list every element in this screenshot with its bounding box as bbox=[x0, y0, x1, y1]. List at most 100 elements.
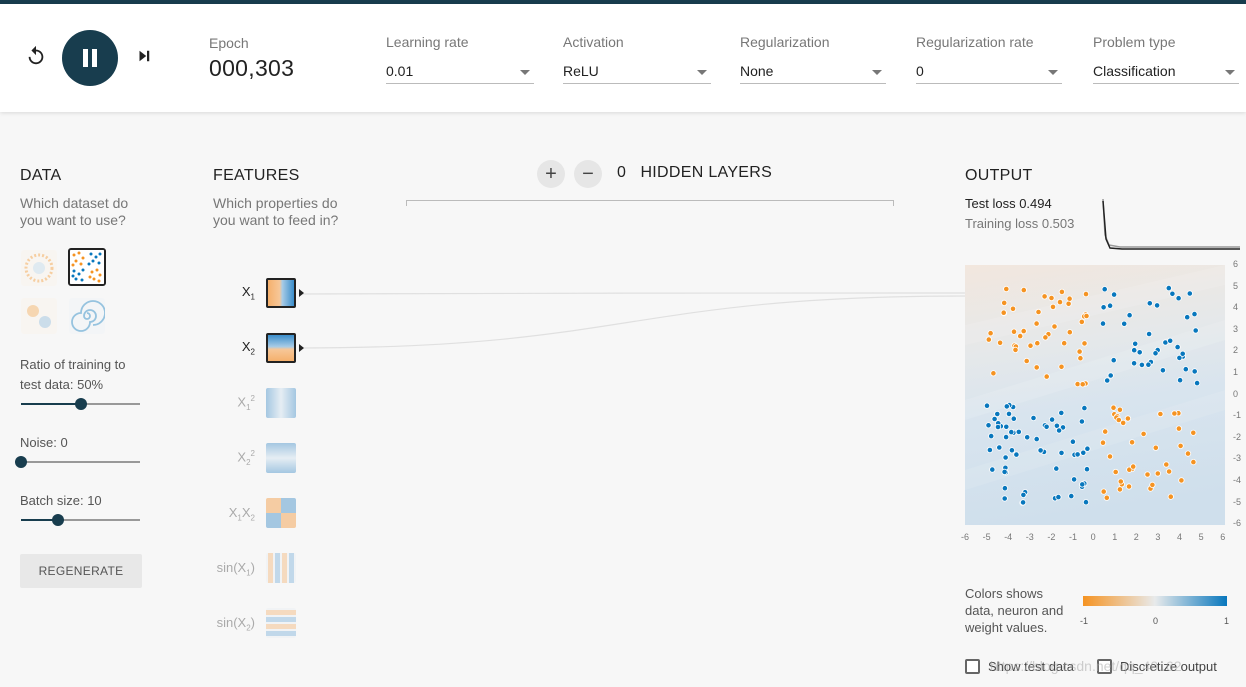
test-loss-value: 0.494 bbox=[1019, 196, 1052, 211]
regularization-rate-select[interactable]: 0 bbox=[916, 58, 1062, 84]
dataset-xor[interactable] bbox=[68, 248, 106, 286]
data-point bbox=[1099, 439, 1107, 446]
circle-dataset-icon bbox=[21, 250, 57, 286]
data-point bbox=[1058, 288, 1066, 295]
data-point bbox=[1078, 418, 1086, 425]
noise-slider-thumb[interactable] bbox=[15, 456, 27, 468]
regularization-rate-dropdown[interactable]: Regularization rate 0 bbox=[916, 34, 1062, 84]
add-layer-button[interactable]: + bbox=[537, 160, 565, 188]
data-point bbox=[1002, 454, 1009, 461]
data-point bbox=[1177, 377, 1184, 384]
batch-slider-thumb[interactable] bbox=[52, 514, 64, 526]
watermark-text: https://blog.csdn.net/qq_40..62 bbox=[990, 658, 1182, 674]
learning-rate-select[interactable]: 0.01 bbox=[386, 58, 534, 84]
weight-link-x2[interactable] bbox=[300, 295, 966, 349]
problem-type-dropdown[interactable]: Problem type Classification bbox=[1093, 34, 1239, 84]
data-point bbox=[1099, 320, 1107, 327]
y-axis-tick: 3 bbox=[1233, 323, 1239, 334]
ratio-label-2: test data: 50% bbox=[20, 377, 104, 392]
reset-button[interactable] bbox=[22, 42, 50, 70]
show-test-data-checkbox[interactable] bbox=[965, 659, 980, 674]
hidden-layers-label: HIDDEN LAYERS bbox=[640, 164, 773, 181]
feature-sin-x2[interactable] bbox=[266, 608, 296, 638]
data-point bbox=[1103, 494, 1110, 501]
data-point bbox=[1116, 486, 1123, 493]
data-point bbox=[1192, 327, 1199, 334]
output-heatmap-svg bbox=[965, 265, 1225, 525]
data-point bbox=[1000, 309, 1007, 316]
feature-x2-squared-heatmap bbox=[266, 443, 296, 473]
legend-mid: 0 bbox=[1153, 616, 1159, 626]
data-point bbox=[1069, 438, 1077, 445]
dataset-circle[interactable] bbox=[21, 250, 57, 286]
data-point bbox=[1083, 466, 1091, 473]
batch-size-label: Batch size: 10 bbox=[20, 493, 102, 508]
dataset-gaussian[interactable] bbox=[21, 298, 57, 334]
x-axis-tick: -4 bbox=[1004, 532, 1013, 542]
data-point bbox=[1191, 310, 1198, 318]
learning-rate-dropdown[interactable]: Learning rate 0.01 bbox=[386, 34, 534, 84]
activation-dropdown[interactable]: Activation ReLU bbox=[563, 34, 711, 84]
feature-x1-squared[interactable] bbox=[266, 388, 296, 418]
data-point bbox=[1083, 312, 1090, 320]
data-point bbox=[986, 446, 993, 454]
data-point bbox=[1117, 478, 1124, 485]
dataset-spiral[interactable] bbox=[69, 298, 105, 334]
feature-label-x1: X1 bbox=[241, 284, 255, 302]
data-point bbox=[1106, 453, 1114, 460]
weight-link-x1[interactable] bbox=[300, 292, 966, 295]
step-button[interactable] bbox=[130, 42, 158, 70]
feature-x1-squared-heatmap bbox=[266, 388, 296, 418]
data-point bbox=[1138, 361, 1145, 369]
data-point bbox=[1107, 372, 1114, 379]
feature-x2-heatmap bbox=[268, 335, 294, 361]
data-point bbox=[1077, 355, 1084, 362]
y-axis-tick: -6 bbox=[1233, 518, 1242, 529]
feature-label-x2-squared: X22 bbox=[237, 449, 255, 467]
output-heatmap[interactable] bbox=[965, 265, 1225, 525]
regularization-dropdown[interactable]: Regularization None bbox=[740, 34, 886, 84]
data-point bbox=[1152, 350, 1159, 357]
data-point bbox=[1053, 465, 1060, 472]
data-point bbox=[1111, 291, 1118, 298]
y-axis-tick: 6 bbox=[1233, 259, 1239, 269]
feature-x2-squared[interactable] bbox=[266, 443, 296, 473]
chevron-down-icon bbox=[520, 70, 530, 75]
activation-select[interactable]: ReLU bbox=[563, 58, 711, 84]
y-axis-tick: -5 bbox=[1233, 496, 1242, 507]
data-point bbox=[1112, 468, 1119, 476]
regenerate-button[interactable]: REGENERATE bbox=[20, 554, 142, 588]
y-axis-tick: -2 bbox=[1233, 431, 1242, 442]
learning-rate-label: Learning rate bbox=[386, 34, 469, 50]
data-point bbox=[1110, 357, 1117, 364]
gaussian-dataset-icon bbox=[21, 298, 57, 334]
problem-type-select[interactable]: Classification bbox=[1093, 58, 1239, 84]
data-point bbox=[1003, 423, 1010, 430]
data-point bbox=[1175, 295, 1182, 302]
y-axis-tick: -1 bbox=[1233, 410, 1242, 421]
y-axis-tick: -4 bbox=[1233, 475, 1242, 485]
feature-x2[interactable] bbox=[266, 333, 296, 363]
feature-sin-x1[interactable] bbox=[266, 553, 296, 583]
data-point bbox=[1009, 305, 1017, 312]
feature-x1[interactable] bbox=[266, 278, 296, 308]
data-point bbox=[1174, 344, 1181, 351]
data-point bbox=[1154, 470, 1161, 477]
chevron-down-icon bbox=[1225, 70, 1235, 75]
data-point bbox=[1194, 380, 1201, 387]
test-loss-label: Test loss bbox=[965, 196, 1016, 211]
data-point bbox=[1169, 290, 1176, 297]
problem-type-label: Problem type bbox=[1093, 34, 1176, 50]
regularization-select[interactable]: None bbox=[740, 58, 886, 84]
data-point bbox=[1066, 295, 1073, 302]
data-point bbox=[1081, 340, 1088, 347]
noise-slider-track[interactable] bbox=[21, 461, 140, 463]
pause-button[interactable] bbox=[62, 30, 118, 86]
feature-x1x2[interactable] bbox=[266, 498, 296, 528]
remove-layer-button[interactable]: − bbox=[574, 160, 602, 188]
data-point bbox=[1152, 444, 1159, 451]
data-point bbox=[1146, 300, 1153, 307]
data-point bbox=[1058, 363, 1065, 370]
spiral-dataset-icon bbox=[69, 298, 105, 334]
ratio-slider-thumb[interactable] bbox=[75, 398, 87, 410]
